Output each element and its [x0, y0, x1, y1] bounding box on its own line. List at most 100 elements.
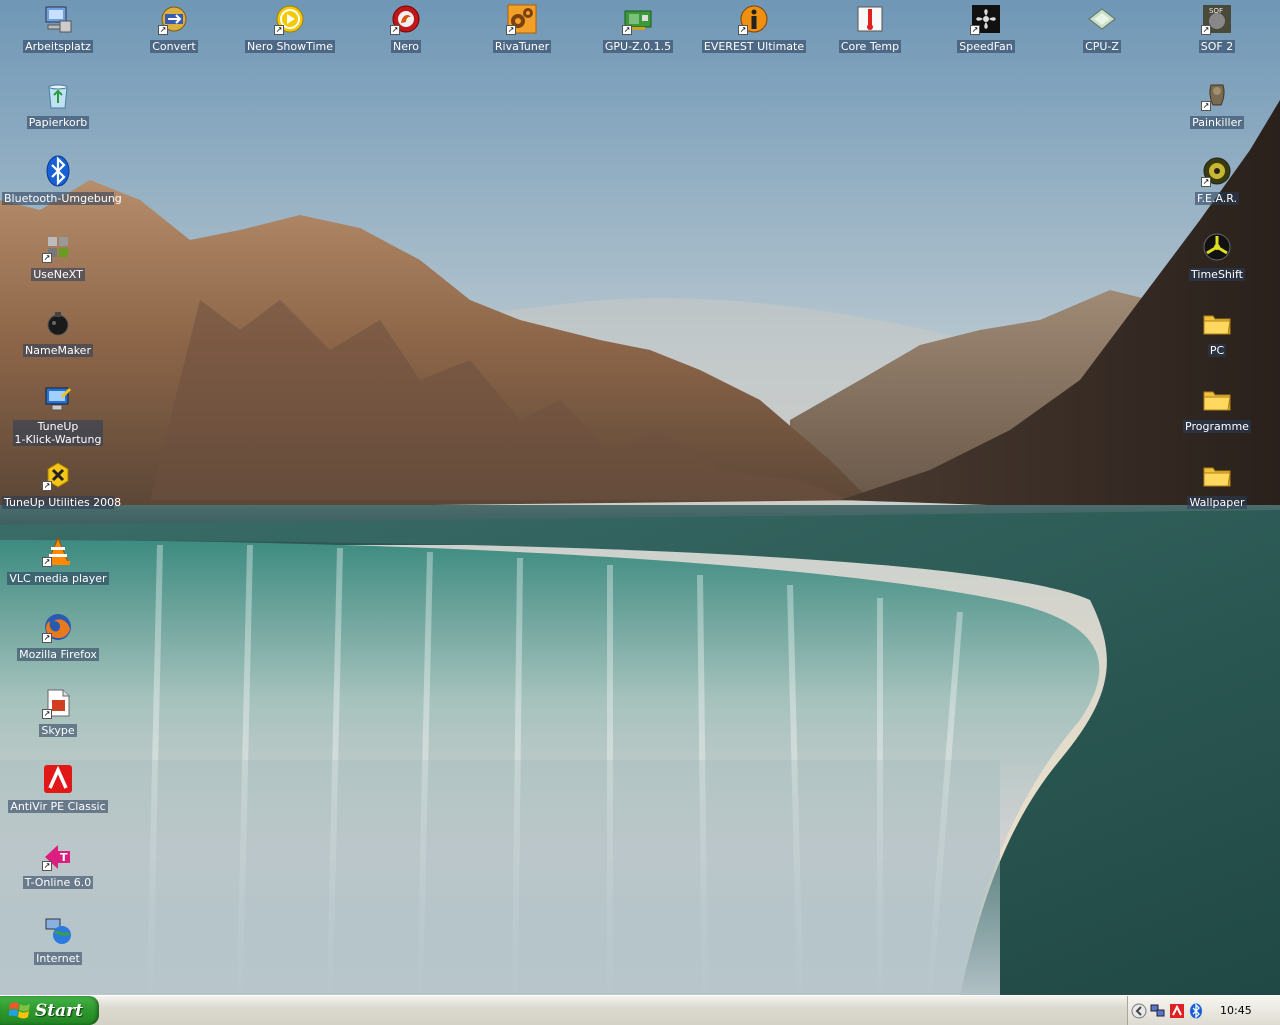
desktop-icon-timeshift[interactable]: TimeShift: [1162, 230, 1272, 302]
desktop-icon-everest-ultimate[interactable]: ↗ EVEREST Ultimate: [699, 2, 809, 74]
show-hidden-icon[interactable]: [1131, 1003, 1147, 1019]
desktop-icon-internet[interactable]: Internet: [3, 914, 113, 986]
desktop-icon-label: Mozilla Firefox: [17, 648, 99, 661]
desktop-icon-label: TimeShift: [1189, 268, 1245, 281]
desktop-icon-f-e-a-r[interactable]: ↗ F.E.A.R.: [1162, 154, 1272, 226]
desktop-icon-label: RivaTuner: [492, 40, 552, 53]
bluetooth-tray-icon[interactable]: [1188, 1002, 1204, 1019]
desktop-icon-label: NameMaker: [23, 344, 93, 357]
desktop-icon-speedfan[interactable]: ↗ SpeedFan: [931, 2, 1041, 74]
desktop-icon-label: T-Online 6.0: [22, 876, 94, 889]
desktop-icon-label: Nero ShowTime: [244, 40, 336, 53]
desktop-icon-label: Programme: [1183, 420, 1251, 433]
desktop-icon-bluetooth-umgebung[interactable]: Bluetooth-Umgebung: [2, 154, 122, 226]
desktop-icon-tuneup-utilities-2008[interactable]: ↗ TuneUp Utilities 2008: [2, 458, 122, 530]
taskbar: Start DE 10:45: [0, 995, 1280, 1025]
desktop-icon-gpu-z-0-1-5[interactable]: ↗ GPU-Z.0.1.5: [583, 2, 693, 74]
desktop-icon-usenext[interactable]: ↗ UseNeXT: [3, 230, 113, 302]
gpu-z-icon: ↗: [622, 3, 654, 35]
desktop-icon-label: Skype: [39, 724, 77, 737]
desktop-icon-namemaker[interactable]: NameMaker: [3, 306, 113, 378]
core-temp-icon: [854, 3, 886, 35]
shortcut-arrow-icon: ↗: [274, 25, 284, 35]
desktop-icon-arbeitsplatz[interactable]: Arbeitsplatz: [3, 2, 113, 74]
shortcut-arrow-icon: ↗: [158, 25, 168, 35]
desktop-icon-t-online-6-0[interactable]: T ↗ T-Online 6.0: [3, 838, 113, 910]
desktop-icon-wallpaper[interactable]: Wallpaper: [1162, 458, 1272, 530]
desktop-icon-label: PC: [1207, 344, 1227, 357]
antivir-tray-icon[interactable]: [1169, 1003, 1185, 1019]
desktop-icon-label: Wallpaper: [1187, 496, 1247, 509]
cpu-z-icon: [1086, 3, 1118, 35]
folder-icon: [1201, 307, 1233, 339]
folder-icon: [1201, 459, 1233, 491]
recycle-bin-icon: [42, 79, 74, 111]
desktop-icon-core-temp[interactable]: Core Temp: [815, 2, 925, 74]
desktop-icon-painkiller[interactable]: ↗ Painkiller: [1162, 78, 1272, 150]
shortcut-arrow-icon: ↗: [970, 25, 980, 35]
convert-icon: ↗: [158, 3, 190, 35]
shortcut-arrow-icon: ↗: [42, 481, 52, 491]
antivir-icon: [42, 763, 74, 795]
my-computer-icon: [42, 3, 74, 35]
skype-icon: ↗: [42, 687, 74, 719]
desktop-icon-rivatuner[interactable]: ↗ RivaTuner: [467, 2, 577, 74]
desktop-icon-label: Bluetooth-Umgebung: [2, 192, 122, 205]
desktop-icon-label: SpeedFan: [957, 40, 1015, 53]
desktop-icon-label: Convert: [150, 40, 198, 53]
shortcut-arrow-icon: ↗: [42, 253, 52, 263]
shortcut-arrow-icon: ↗: [1201, 101, 1211, 111]
desktop-icon-vlc-media-player[interactable]: ↗ VLC media player: [3, 534, 113, 606]
desktop-icon-nero[interactable]: ↗ Nero: [351, 2, 461, 74]
desktop-icon-papierkorb[interactable]: Papierkorb: [3, 78, 113, 150]
desktop-icon-label: Core Temp: [838, 40, 902, 53]
desktop-icon-nero-showtime[interactable]: ↗ Nero ShowTime: [235, 2, 345, 74]
nero-showtime-icon: ↗: [274, 3, 306, 35]
desktop-icon-convert[interactable]: ↗ Convert: [119, 2, 229, 74]
start-button[interactable]: Start: [0, 996, 99, 1025]
desktop-icon-label: CPU-Z: [1083, 40, 1121, 53]
shortcut-arrow-icon: ↗: [506, 25, 516, 35]
shortcut-arrow-icon: ↗: [42, 861, 52, 871]
desktop-icon-label: EVEREST Ultimate: [701, 40, 807, 53]
shortcut-arrow-icon: ↗: [622, 25, 632, 35]
shortcut-arrow-icon: ↗: [42, 633, 52, 643]
shortcut-arrow-icon: ↗: [42, 709, 52, 719]
rivatuner-icon: ↗: [506, 3, 538, 35]
namemaker-icon: [42, 307, 74, 339]
timeshift-icon: [1201, 231, 1233, 263]
desktop-icon-label: AntiVir PE Classic: [8, 800, 108, 813]
vlc-icon: ↗: [42, 535, 74, 567]
desktop-icon-label: TuneUp Utilities 2008: [2, 496, 122, 509]
desktop-icon-label: Painkiller: [1190, 116, 1244, 129]
desktop-icon-tuneup-1-klick-wartung[interactable]: TuneUp 1-Klick-Wartung: [3, 382, 113, 454]
desktop-icon-pc[interactable]: PC: [1162, 306, 1272, 378]
usenext-icon: ↗: [42, 231, 74, 263]
system-tray: 10:45: [1127, 996, 1280, 1025]
shortcut-arrow-icon: ↗: [1201, 177, 1211, 187]
speedfan-icon: ↗: [970, 3, 1002, 35]
shortcut-arrow-icon: ↗: [738, 25, 748, 35]
network-icon[interactable]: [1150, 1003, 1166, 1019]
desktop-icon-label: TuneUp 1-Klick-Wartung: [12, 420, 104, 446]
desktop-icon-cpu-z[interactable]: CPU-Z: [1047, 2, 1157, 74]
desktop-icon-label: Papierkorb: [26, 116, 90, 129]
t-online-icon: T ↗: [42, 839, 74, 871]
desktop-icon-label: SOF 2: [1198, 40, 1236, 53]
everest-icon: ↗: [738, 3, 770, 35]
folder-icon: [1201, 383, 1233, 415]
desktop-icon-label: UseNeXT: [31, 268, 85, 281]
tuneup-maintenance-icon: [42, 383, 74, 415]
desktop-icon-mozilla-firefox[interactable]: ↗ Mozilla Firefox: [3, 610, 113, 682]
desktop-icon-skype[interactable]: ↗ Skype: [3, 686, 113, 758]
desktop-icon-sof-2[interactable]: SOF ↗ SOF 2: [1162, 2, 1272, 74]
clock[interactable]: 10:45: [1220, 1004, 1252, 1017]
start-label: Start: [35, 1000, 83, 1021]
sof2-icon: SOF ↗: [1201, 3, 1233, 35]
desktop-icon-antivir-pe-classic[interactable]: AntiVir PE Classic: [3, 762, 113, 834]
svg-text:SOF: SOF: [1209, 7, 1223, 15]
desktop-wallpaper: [0, 0, 1280, 996]
desktop-icon-label: Internet: [34, 952, 82, 965]
desktop-icon-programme[interactable]: Programme: [1162, 382, 1272, 454]
desktop-icon-label: GPU-Z.0.1.5: [602, 40, 674, 53]
